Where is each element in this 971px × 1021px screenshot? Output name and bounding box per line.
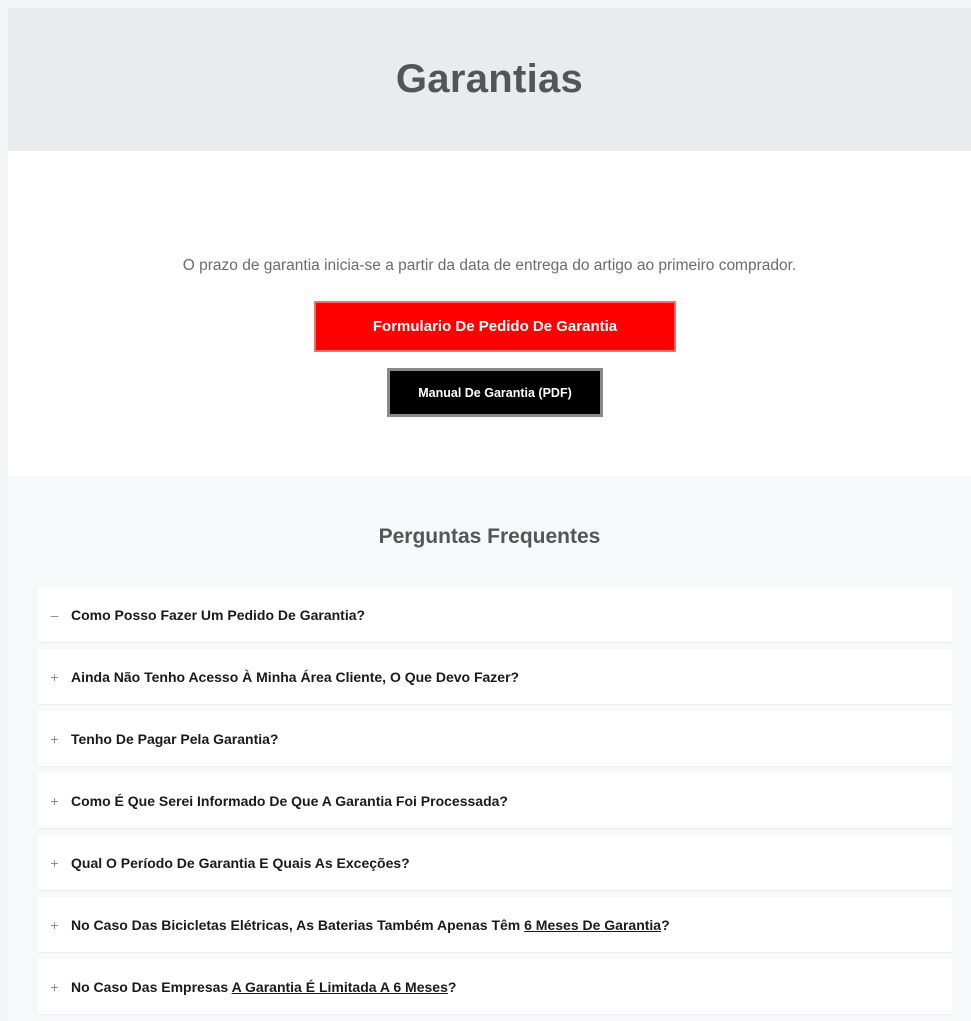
faq-question-text: Como Posso Fazer Um Pedido De Garantia? [71,606,366,623]
battery-warranty-link[interactable]: 6 Meses De Garantia [524,917,661,933]
faq-question-suffix: ? [447,978,457,995]
plus-icon: + [50,730,59,747]
faq-item[interactable]: – Como Posso Fazer Um Pedido De Garantia… [38,587,952,642]
faq-question: No Caso Das Bicicletas Elétricas, As Bat… [71,917,670,933]
page-title: Garantias [395,57,584,101]
faq-item[interactable]: + No Caso Das Empresas A Garantia É Limi… [38,959,952,1014]
faq-question-text: No Caso Das Empresas [71,978,232,995]
faq-title: Perguntas Frequentes [378,525,601,549]
faq-item[interactable]: + Tenho De Pagar Pela Garantia? [38,711,952,766]
plus-icon: + [50,916,59,933]
page-header: Garantias [8,8,971,151]
minus-icon: – [50,606,59,623]
faq-question-text: Ainda Não Tenho Acesso À Minha Área Clie… [71,668,520,685]
faq-question: Tenho De Pagar Pela Garantia? [71,731,278,747]
intro-text: O prazo de garantia inicia-se a partir d… [182,256,797,274]
faq-question-text: Tenho De Pagar Pela Garantia? [71,730,279,747]
faq-item[interactable]: + Qual O Período De Garantia E Quais As … [38,835,952,890]
plus-icon: + [50,668,59,685]
business-warranty-link[interactable]: A Garantia É Limitada A 6 Meses [232,979,448,995]
plus-icon: + [50,792,59,809]
plus-icon: + [50,978,59,995]
faq-item[interactable]: + Como É Que Serei Informado De Que A Ga… [38,773,952,828]
faq-question: Ainda Não Tenho Acesso À Minha Área Clie… [71,669,519,685]
faq-list: – Como Posso Fazer Um Pedido De Garantia… [38,587,952,1021]
faq-question: Qual O Período De Garantia E Quais As Ex… [71,855,410,871]
warranty-request-form-button[interactable]: Formulario De Pedido De Garantia [314,301,676,352]
left-gutter [0,0,8,1021]
top-strip [0,0,971,8]
faq-question: Como É Que Serei Informado De Que A Gara… [71,793,508,809]
faq-question: No Caso Das Empresas A Garantia É Limita… [71,979,456,995]
plus-icon: + [50,854,59,871]
faq-item[interactable]: + Ainda Não Tenho Acesso À Minha Área Cl… [38,649,952,704]
warranty-manual-pdf-button[interactable]: Manual De Garantia (PDF) [387,368,603,417]
intro-section: O prazo de garantia inicia-se a partir d… [8,151,971,476]
page: Garantias O prazo de garantia inicia-se … [0,0,971,1021]
faq-item[interactable]: + No Caso Das Bicicletas Elétricas, As B… [38,897,952,952]
faq-question-suffix: ? [661,916,670,933]
faq-question-text: No Caso Das Bicicletas Elétricas, As Bat… [71,916,525,933]
faq-question-text: Qual O Período De Garantia E Quais As Ex… [71,854,410,871]
faq-question: Como Posso Fazer Um Pedido De Garantia? [71,607,365,623]
faq-question-text: Como É Que Serei Informado De Que A Gara… [71,792,508,809]
